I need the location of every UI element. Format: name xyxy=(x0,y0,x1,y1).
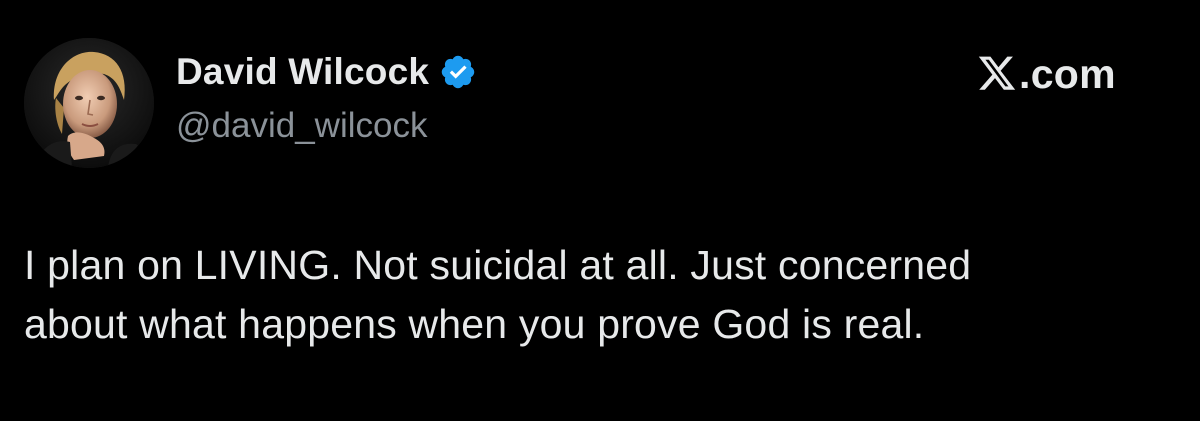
tweet-text-line: I plan on LIVING. Not suicidal at all. J… xyxy=(24,242,972,288)
name-row: David Wilcock xyxy=(176,48,477,96)
handle[interactable]: @david_wilcock xyxy=(176,106,477,146)
profile-photo xyxy=(24,38,154,168)
brand-suffix: .com xyxy=(1019,50,1116,97)
tweet-card: David Wilcock @david_wilcock .com I plan… xyxy=(0,0,1200,421)
display-name[interactable]: David Wilcock xyxy=(176,51,429,93)
brand-watermark: .com xyxy=(977,50,1116,98)
tweet-text-line: about what happens when you prove God is… xyxy=(24,301,925,347)
avatar[interactable] xyxy=(24,38,154,168)
verified-badge-icon xyxy=(439,53,477,91)
tweet-text: I plan on LIVING. Not suicidal at all. J… xyxy=(24,236,1174,354)
author-block: David Wilcock @david_wilcock xyxy=(176,48,477,146)
x-logo-icon xyxy=(977,55,1017,93)
